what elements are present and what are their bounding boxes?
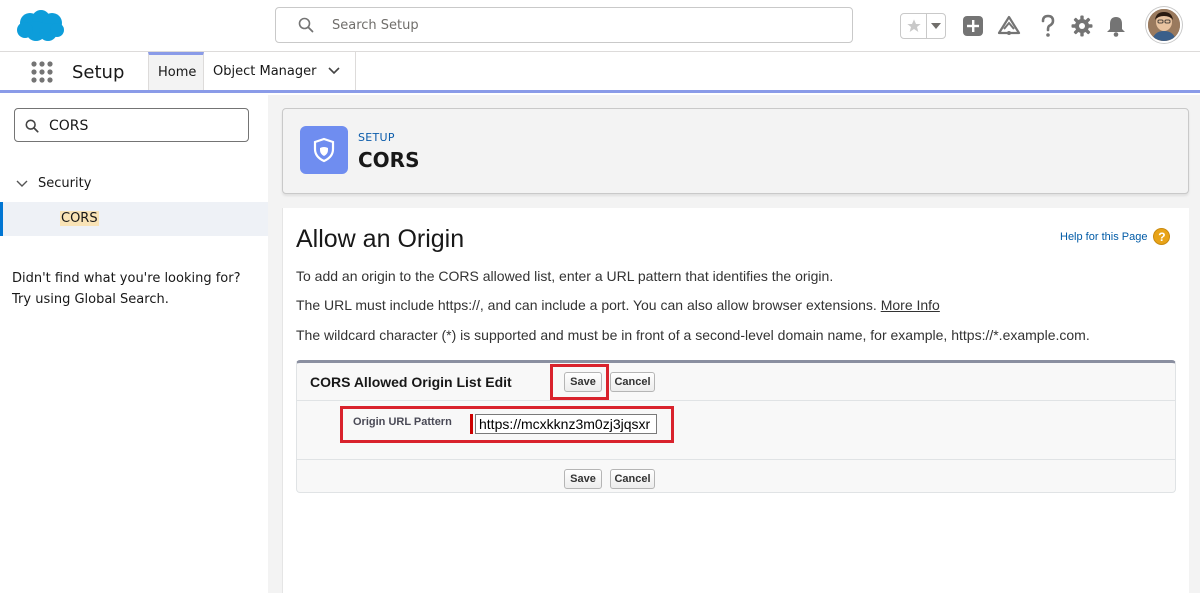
required-indicator xyxy=(470,414,473,434)
page-header: SETUP CORS xyxy=(282,108,1189,194)
save-button-bottom[interactable]: Save xyxy=(564,469,602,489)
page-header-eyebrow: SETUP xyxy=(358,131,395,144)
edit-section-title: CORS Allowed Origin List Edit xyxy=(310,374,512,390)
instruction-text: The URL must include https://, and can i… xyxy=(296,297,881,313)
tab-home[interactable]: Home xyxy=(148,52,204,90)
instruction-paragraph: The wildcard character (*) is supported … xyxy=(296,327,1090,343)
cancel-button-bottom[interactable]: Cancel xyxy=(610,469,655,489)
salesforce-logo-icon[interactable] xyxy=(16,9,64,43)
tree-item-cors[interactable]: CORS xyxy=(0,202,268,236)
more-info-link[interactable]: More Info xyxy=(881,297,940,313)
section-divider xyxy=(297,459,1175,460)
tab-home-label: Home xyxy=(158,65,197,80)
cancel-button[interactable]: Cancel xyxy=(610,372,655,392)
save-button[interactable]: Save xyxy=(564,372,602,392)
page-title: CORS xyxy=(358,148,420,172)
sidebar-help-text: Didn't find what you're looking for? Try… xyxy=(12,271,241,307)
global-header xyxy=(0,0,1200,52)
instruction-paragraph: The URL must include https://, and can i… xyxy=(296,297,940,313)
quick-find-box[interactable] xyxy=(14,108,249,142)
origin-url-pattern-input[interactable] xyxy=(475,414,657,434)
favorites-button[interactable] xyxy=(900,13,946,39)
user-avatar[interactable] xyxy=(1146,7,1182,43)
tree-node-security[interactable]: Security xyxy=(16,176,91,191)
app-launcher-icon[interactable] xyxy=(30,60,54,84)
tab-object-manager[interactable]: Object Manager xyxy=(204,52,356,90)
gear-icon[interactable] xyxy=(1069,13,1095,39)
caret-down-icon[interactable] xyxy=(927,14,945,38)
search-icon xyxy=(298,17,314,33)
tab-object-manager-label: Object Manager xyxy=(213,63,317,79)
chevron-down-icon[interactable] xyxy=(328,67,341,75)
setup-sidebar: Security CORS Didn't find what you're lo… xyxy=(0,95,268,593)
edit-section-header: CORS Allowed Origin List Edit Save Cance… xyxy=(297,363,1175,401)
app-name: Setup xyxy=(72,62,125,83)
notification-bell-icon[interactable] xyxy=(1103,13,1129,39)
tree-item-label: CORS xyxy=(60,211,99,226)
add-icon[interactable] xyxy=(960,13,986,39)
origin-url-pattern-label: Origin URL Pattern xyxy=(353,416,452,428)
trailhead-icon[interactable] xyxy=(996,13,1022,39)
global-search-input[interactable] xyxy=(332,14,832,36)
help-icon[interactable] xyxy=(1035,13,1061,39)
cors-edit-section: CORS Allowed Origin List Edit Save Cance… xyxy=(296,360,1176,493)
global-search-box[interactable] xyxy=(275,7,853,43)
help-link-label: Help for this Page xyxy=(1060,230,1148,243)
content-title: Allow an Origin xyxy=(296,225,465,253)
chevron-down-icon[interactable] xyxy=(16,180,28,188)
app-navigation-bar: Setup Home Object Manager xyxy=(0,52,1200,93)
content-card: Allow an Origin Help for this Page ? To … xyxy=(282,208,1189,593)
star-icon[interactable] xyxy=(901,14,927,38)
tree-node-label: Security xyxy=(38,176,92,191)
question-mark-icon[interactable]: ? xyxy=(1153,228,1171,245)
shield-icon xyxy=(300,126,348,174)
help-for-this-page-link[interactable]: Help for this Page ? xyxy=(1060,228,1171,245)
search-icon xyxy=(25,119,39,133)
instruction-paragraph: To add an origin to the CORS allowed lis… xyxy=(296,268,834,284)
quick-find-input[interactable] xyxy=(49,116,239,136)
